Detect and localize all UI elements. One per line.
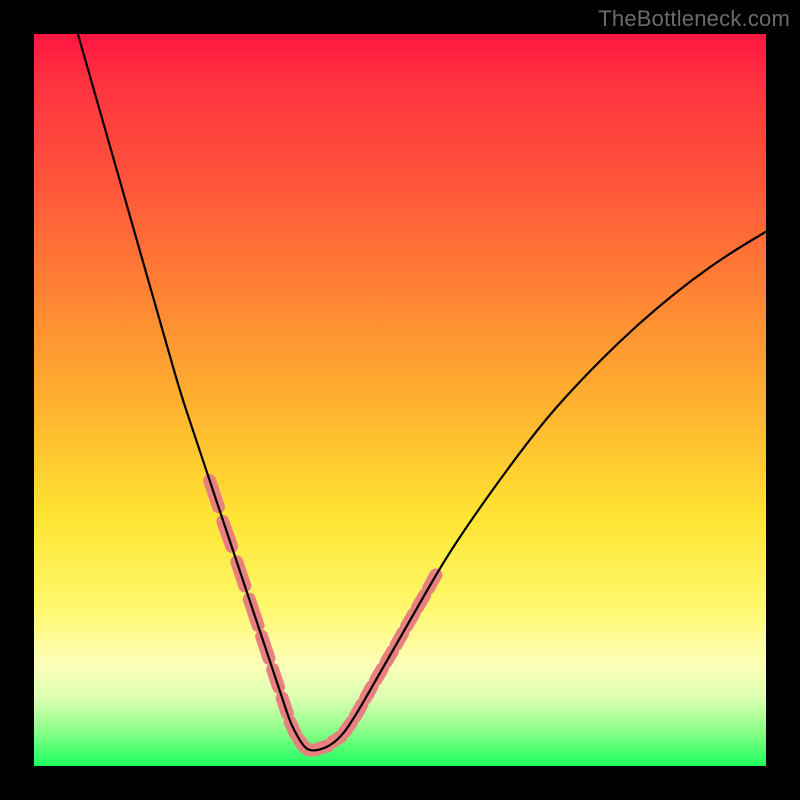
plot-area bbox=[34, 34, 766, 766]
highlight-markers bbox=[210, 481, 436, 750]
bottleneck-curve bbox=[78, 34, 766, 750]
chart-frame: TheBottleneck.com bbox=[0, 0, 800, 800]
chart-overlay bbox=[34, 34, 766, 766]
watermark-text: TheBottleneck.com bbox=[598, 6, 790, 32]
